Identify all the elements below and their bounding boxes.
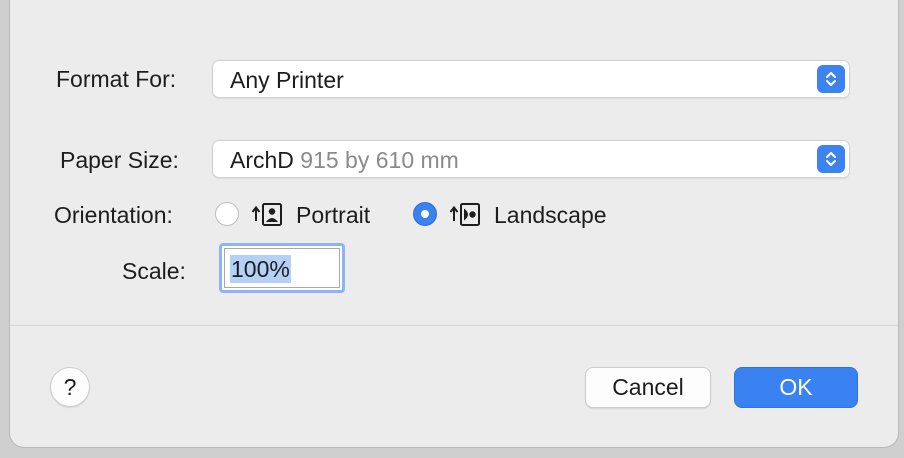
cancel-button[interactable]: Cancel bbox=[585, 367, 711, 408]
paper-size-popup[interactable]: ArchD 915 by 610 mm bbox=[212, 140, 850, 178]
radio-selected-dot bbox=[421, 210, 429, 218]
paper-size-name: ArchD bbox=[230, 147, 294, 173]
format-for-popup[interactable]: Any Printer bbox=[212, 60, 850, 98]
scale-value: 100% bbox=[230, 255, 291, 283]
chevron-updown-icon bbox=[817, 65, 845, 93]
portrait-orientation-icon bbox=[250, 201, 286, 227]
paper-size-detail: 915 by 610 mm bbox=[293, 147, 459, 173]
scale-label: Scale: bbox=[122, 258, 186, 284]
landscape-radio[interactable] bbox=[413, 202, 437, 226]
format-for-label: Format For: bbox=[56, 66, 177, 92]
help-button[interactable]: ? bbox=[50, 367, 90, 407]
ok-button[interactable]: OK bbox=[734, 367, 858, 408]
paper-size-value: ArchD 915 by 610 mm bbox=[230, 147, 459, 174]
format-for-value: Any Printer bbox=[230, 67, 344, 93]
portrait-label: Portrait bbox=[296, 202, 371, 228]
divider bbox=[10, 325, 898, 326]
chevron-updown-icon bbox=[817, 145, 845, 173]
portrait-radio[interactable] bbox=[215, 202, 239, 226]
page-setup-dialog: Format For: Any Printer Paper Size: Arch… bbox=[10, 0, 898, 447]
paper-size-label: Paper Size: bbox=[60, 147, 179, 173]
landscape-orientation-icon bbox=[448, 201, 484, 227]
landscape-label: Landscape bbox=[494, 202, 607, 228]
scale-input[interactable]: 100% bbox=[219, 243, 345, 293]
orientation-label: Orientation: bbox=[54, 202, 173, 228]
